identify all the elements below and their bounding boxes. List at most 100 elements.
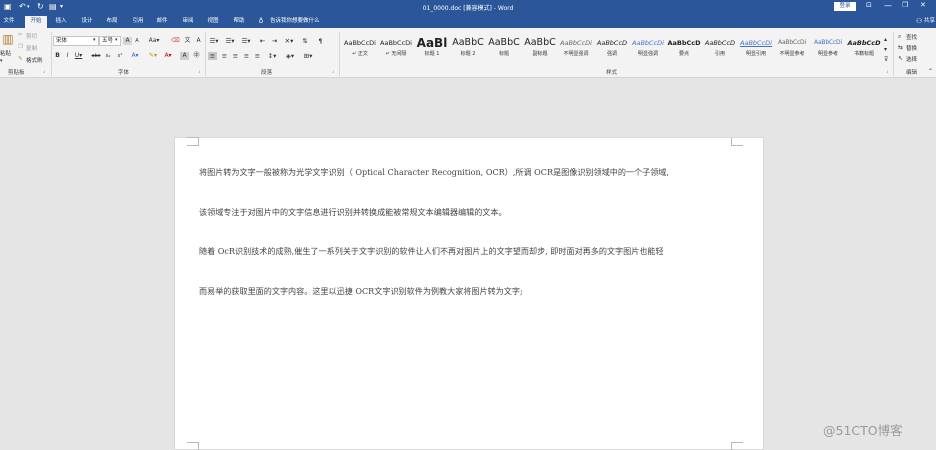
- copy-icon[interactable]: ❐: [18, 44, 23, 50]
- tab-help[interactable]: 帮助: [229, 16, 249, 28]
- style-heading-2[interactable]: AaBbC 标题 2: [450, 36, 486, 64]
- align-center-icon[interactable]: ≡: [220, 52, 229, 60]
- bullets-icon[interactable]: ☰▾: [208, 37, 220, 45]
- find-icon[interactable]: ⌕: [898, 33, 901, 41]
- chinese-layout-icon[interactable]: ✕▾: [283, 37, 295, 45]
- style-emphasis[interactable]: AaBbCcD 强调: [594, 36, 630, 64]
- shading-icon[interactable]: ◈▾: [284, 52, 296, 60]
- tab-mailings[interactable]: 邮件: [152, 16, 172, 28]
- font-launcher-icon[interactable]: ⌟: [198, 68, 200, 74]
- format-painter-button[interactable]: 格式刷: [26, 56, 43, 64]
- line-spacing-icon[interactable]: ↕▾: [266, 52, 278, 60]
- styles-scroll-up-icon[interactable]: ▴: [884, 36, 887, 43]
- paste-icon[interactable]: ▥: [1, 32, 15, 46]
- paragraph-launcher-icon[interactable]: ⌟: [332, 68, 334, 74]
- share-button[interactable]: 共享: [924, 16, 936, 28]
- show-marks-icon[interactable]: ¶: [316, 37, 325, 45]
- title-bar: ▣ ↶ ▾ ↻ ▤ ▾ 01_0000.doc [兼容模式] - Word 登录…: [0, 0, 936, 14]
- style-sample: AaBbCcDi: [560, 39, 592, 47]
- character-border-icon[interactable]: A: [194, 37, 203, 45]
- tab-layout[interactable]: 布局: [102, 16, 122, 28]
- select-icon[interactable]: ↖: [898, 55, 903, 62]
- decrease-indent-icon[interactable]: ⇤: [258, 37, 267, 45]
- styles-launcher-icon[interactable]: ⌟: [886, 68, 888, 74]
- subscript-icon[interactable]: x₂: [104, 52, 112, 60]
- phonetic-guide-icon[interactable]: 文: [183, 37, 192, 45]
- sort-icon[interactable]: ⇅: [299, 37, 311, 45]
- paragraph-group-label: 段落: [261, 70, 273, 76]
- font-color-icon[interactable]: A▾: [163, 52, 173, 60]
- cut-button[interactable]: 剪切: [26, 32, 37, 40]
- style-no-spacing[interactable]: AaBbCcDi ↵ 无间隔: [378, 36, 414, 64]
- justify-icon[interactable]: ≡: [242, 52, 251, 60]
- style-sample: AaBbCcDi: [632, 39, 664, 47]
- ribbon-display-options-icon[interactable]: ⊡: [866, 1, 872, 9]
- copy-button[interactable]: 复制: [26, 44, 37, 52]
- text-effects-icon[interactable]: A▾: [130, 52, 140, 60]
- tab-insert[interactable]: 插入: [51, 16, 71, 28]
- tab-view[interactable]: 视图: [203, 16, 223, 28]
- italic-icon[interactable]: I: [64, 52, 71, 60]
- tell-me-search[interactable]: 告诉我你想要做什么: [270, 16, 340, 28]
- bold-icon[interactable]: B: [54, 52, 61, 60]
- maximize-button[interactable]: ❐: [902, 1, 908, 9]
- paste-button[interactable]: 粘贴: [0, 49, 11, 57]
- tab-review[interactable]: 审阅: [178, 16, 198, 28]
- tab-references[interactable]: 引用: [128, 16, 148, 28]
- increase-indent-icon[interactable]: ⇥: [270, 37, 279, 45]
- style-intense-reference[interactable]: AaBbCcDi 明显参考: [810, 36, 846, 64]
- shrink-font-icon[interactable]: A: [133, 37, 141, 45]
- style-subtitle[interactable]: AaBbC 副标题: [522, 36, 558, 64]
- close-button[interactable]: ✕: [920, 1, 926, 9]
- borders-icon[interactable]: ⊞▾: [302, 52, 314, 60]
- style-title[interactable]: AaBbC 标题: [486, 36, 522, 64]
- align-left-icon[interactable]: ≡: [208, 52, 217, 60]
- styles-more-icon[interactable]: ⊽: [884, 56, 888, 63]
- style-intense-quote[interactable]: AaBbCcDi 明显引用: [738, 36, 774, 64]
- select-button[interactable]: 选择: [906, 55, 917, 63]
- style-strong[interactable]: AaBbCcD 要点: [666, 36, 702, 64]
- multilevel-list-icon[interactable]: ☰▾: [240, 37, 252, 45]
- paste-dropdown-icon[interactable]: ▾: [0, 58, 3, 64]
- clear-formatting-icon[interactable]: ⌫: [171, 37, 180, 45]
- style-book-title[interactable]: AaBbCcD 书籍标题: [846, 36, 882, 64]
- strikethrough-icon[interactable]: abc: [91, 52, 101, 60]
- share-person-icon[interactable]: ⚇: [915, 16, 923, 28]
- numbering-icon[interactable]: ☰▾: [224, 37, 236, 45]
- tab-file[interactable]: 文件: [0, 16, 18, 28]
- login-button[interactable]: 登录: [834, 2, 856, 11]
- enclose-characters-icon[interactable]: ㊥: [192, 52, 201, 60]
- tab-design[interactable]: 设计: [77, 16, 97, 28]
- clipboard-launcher-icon[interactable]: ⌟: [43, 68, 45, 74]
- tab-home[interactable]: 开始: [25, 16, 47, 28]
- styles-scroll-down-icon[interactable]: ▾: [884, 46, 887, 53]
- distributed-icon[interactable]: ≡: [253, 52, 262, 60]
- grow-font-icon[interactable]: A: [123, 37, 132, 45]
- highlight-icon[interactable]: ✎▾: [148, 52, 158, 60]
- cut-icon[interactable]: ✂: [18, 32, 23, 38]
- style-name: 不明显强调: [563, 51, 589, 57]
- align-right-icon[interactable]: ≡: [231, 52, 240, 60]
- font-name-chevron-down-icon[interactable]: ▾: [93, 37, 96, 43]
- font-size-chevron-down-icon[interactable]: ▾: [115, 37, 118, 43]
- minimize-button[interactable]: —: [884, 1, 892, 10]
- style-subtle-emphasis[interactable]: AaBbCcDi 不明显强调: [558, 36, 594, 64]
- change-case-icon[interactable]: Aa▾: [148, 37, 160, 45]
- find-button[interactable]: 查找: [906, 33, 917, 41]
- crop-mark: [731, 138, 743, 146]
- document-page[interactable]: 将图片转为文字一般被称为光学文字识别（ Optical Character Re…: [174, 137, 764, 450]
- style-intense-emphasis[interactable]: AaBbCcDi 明显强调: [630, 36, 666, 64]
- style-heading-1[interactable]: AaBl 标题 1: [414, 36, 450, 64]
- replace-icon[interactable]: ⇆: [898, 44, 903, 51]
- style-normal[interactable]: AaBbCcDi ↵ 正文: [342, 36, 378, 64]
- superscript-icon[interactable]: x²: [116, 52, 124, 60]
- character-shading-icon[interactable]: A: [180, 52, 189, 60]
- style-subtle-reference[interactable]: AaBbCcDi 不明显参考: [774, 36, 810, 64]
- collapse-ribbon-icon[interactable]: ⌃: [928, 68, 933, 75]
- format-painter-icon[interactable]: ✎: [18, 56, 23, 62]
- style-quote[interactable]: AaBbCcD 引用: [702, 36, 738, 64]
- group-divider: [51, 32, 52, 76]
- replace-button[interactable]: 替换: [906, 44, 917, 52]
- underline-icon[interactable]: U▾: [74, 52, 83, 60]
- style-sample: AaBbCcDi: [778, 39, 806, 46]
